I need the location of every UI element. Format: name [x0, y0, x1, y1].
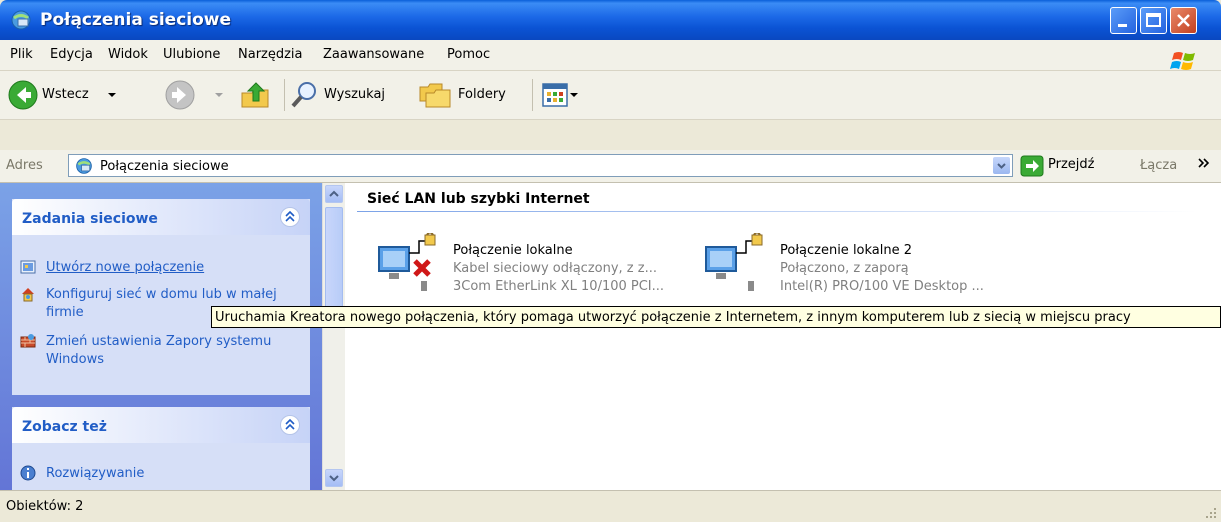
- network-tasks-header[interactable]: Zadania sieciowe: [12, 199, 310, 235]
- folders-label: Foldery: [458, 87, 506, 102]
- menu-tools[interactable]: Narzędzia: [238, 47, 303, 62]
- menu-file[interactable]: Plik: [10, 47, 33, 62]
- toolbar-separator: [284, 79, 285, 111]
- back-button[interactable]: Wstecz: [8, 71, 158, 119]
- menu-bar: Plik Edycja Widok Ulubione Narzędzia Zaa…: [0, 40, 1221, 71]
- address-input[interactable]: Połączenia sieciowe: [68, 154, 1013, 177]
- close-button[interactable]: [1170, 7, 1197, 34]
- folders-button[interactable]: Foldery: [418, 71, 528, 119]
- firewall-settings-link[interactable]: Zmień ustawienia Zapory systemu Windows: [46, 333, 306, 369]
- minimize-icon: [1118, 24, 1127, 27]
- connections-view: Sieć LAN lub szybki Internet Połączenie …: [345, 183, 1221, 490]
- connection-status: Połączono, z zaporą: [780, 261, 909, 276]
- menu-advanced[interactable]: Zaawansowane: [323, 47, 424, 62]
- chevron-down-icon: [329, 475, 339, 482]
- maximize-button[interactable]: [1140, 7, 1167, 34]
- chevron-down-icon[interactable]: [108, 91, 116, 99]
- views-grid-icon: [542, 83, 568, 107]
- menu-edit[interactable]: Edycja: [50, 47, 93, 62]
- maximize-icon: [1146, 13, 1161, 27]
- address-value: Połączenia sieciowe: [100, 159, 229, 174]
- menu-view[interactable]: Widok: [108, 47, 148, 62]
- chevron-down-icon: [997, 163, 1006, 169]
- folder-up-icon: [241, 82, 269, 108]
- chevron-right-double-icon[interactable]: [1198, 158, 1210, 168]
- go-label: Przejdź: [1048, 157, 1095, 172]
- network-tasks-title: Zadania sieciowe: [22, 211, 158, 227]
- close-icon: [1177, 14, 1190, 27]
- menu-help[interactable]: Pomoc: [447, 47, 490, 62]
- explorer-window: Połączenia sieciowe Plik Edycja Widok Ul…: [0, 0, 1221, 522]
- window-title: Połączenia sieciowe: [40, 10, 232, 30]
- title-bar[interactable]: Połączenia sieciowe: [0, 0, 1221, 40]
- group-title: Sieć LAN lub szybki Internet: [367, 191, 590, 207]
- resize-grip-icon[interactable]: [1203, 505, 1217, 519]
- menu-favorites[interactable]: Ulubione: [163, 47, 220, 62]
- windows-logo-icon: [1170, 52, 1195, 70]
- lan-connection-icon: [378, 233, 436, 291]
- network-tasks-panel: Zadania sieciowe Utwórz nowe połączenie …: [12, 199, 310, 395]
- forward-button[interactable]: [165, 71, 225, 119]
- back-arrow-icon: [8, 80, 38, 110]
- forward-arrow-icon: [165, 80, 195, 110]
- tooltip: Uruchamia Kreatora nowego połączenia, kt…: [211, 306, 1221, 328]
- chevron-up-icon: [329, 190, 339, 197]
- troubleshooting-link[interactable]: Rozwiązywanie: [46, 465, 306, 483]
- see-also-title: Zobacz też: [22, 419, 107, 435]
- search-button[interactable]: Wyszukaj: [290, 71, 414, 119]
- object-count: Obiektów: 2: [6, 499, 84, 514]
- toolbar-separator: [532, 79, 533, 111]
- network-connections-icon: [76, 158, 92, 174]
- connection-item[interactable]: Połączenie lokalne Kabel sieciowy odłącz…: [373, 233, 703, 294]
- home-network-icon: [22, 288, 34, 302]
- collapse-see-also-button[interactable]: [280, 415, 300, 435]
- lan-connection-icon: [705, 233, 763, 291]
- address-bar: Adres Połączenia sieciowe Przejdź Łącza: [0, 150, 1221, 183]
- scroll-up-button[interactable]: [325, 185, 343, 203]
- network-connections-icon: [11, 10, 31, 30]
- group-divider: [357, 211, 1197, 212]
- chevron-down-icon[interactable]: [215, 91, 223, 99]
- address-dropdown-button[interactable]: [993, 157, 1010, 174]
- minimize-button[interactable]: [1110, 7, 1137, 34]
- go-button[interactable]: Przejdź: [1018, 150, 1118, 182]
- chevron-up-double-icon: [285, 210, 295, 222]
- back-label: Wstecz: [42, 87, 89, 102]
- connection-item[interactable]: Połączenie lokalne 2 Połączono, z zaporą…: [700, 233, 1030, 294]
- see-also-panel: Zobacz też Rozwiązywanie: [12, 407, 310, 490]
- address-label: Adres: [6, 158, 43, 173]
- task-pane: Zadania sieciowe Utwórz nowe połączenie …: [0, 183, 322, 490]
- chevron-up-double-icon: [285, 418, 295, 430]
- connection-name: Połączenie lokalne 2: [780, 243, 913, 258]
- views-button[interactable]: [542, 71, 582, 119]
- info-icon: [20, 465, 36, 481]
- connection-name: Połączenie lokalne: [453, 243, 573, 258]
- collapse-network-tasks-button[interactable]: [280, 207, 300, 227]
- go-arrow-icon: [1020, 155, 1044, 177]
- folders-icon: [419, 83, 451, 108]
- task-pane-scrollbar[interactable]: [322, 183, 345, 490]
- links-toolbar-button[interactable]: Łącza: [1140, 158, 1177, 173]
- connection-device: Intel(R) PRO/100 VE Desktop ...: [780, 279, 984, 294]
- toolbar: Wstecz Wyszukaj Foldery: [0, 71, 1221, 120]
- status-bar: Obiektów: 2: [0, 490, 1221, 522]
- create-connection-link[interactable]: Utwórz nowe połączenie: [46, 259, 306, 277]
- new-connection-icon: [20, 260, 36, 274]
- connection-status: Kabel sieciowy odłączony, z z...: [453, 261, 657, 276]
- search-icon: [291, 82, 316, 108]
- search-label: Wyszukaj: [324, 87, 386, 102]
- see-also-header[interactable]: Zobacz też: [12, 407, 310, 443]
- scroll-down-button[interactable]: [325, 469, 343, 487]
- chevron-down-icon: [570, 93, 578, 97]
- tooltip-text: Uruchamia Kreatora nowego połączenia, kt…: [215, 310, 1131, 325]
- up-folder-button[interactable]: [240, 71, 276, 119]
- firewall-icon: [20, 334, 36, 348]
- connection-device: 3Com EtherLink XL 10/100 PCI...: [453, 279, 665, 294]
